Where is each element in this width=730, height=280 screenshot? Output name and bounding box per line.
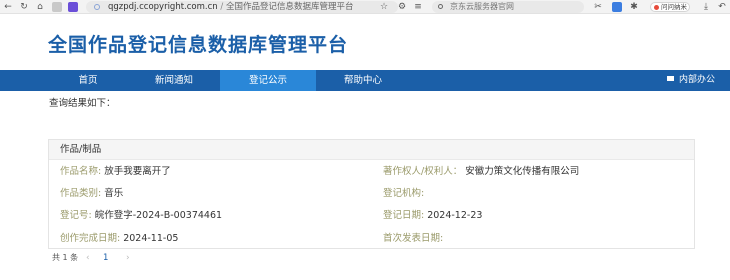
- profile-label: 问问纳米: [661, 3, 687, 11]
- internal-office-label: 内部办公: [679, 75, 716, 85]
- puzzle-icon[interactable]: ✱: [628, 1, 640, 13]
- star-icon[interactable]: ☆: [378, 1, 390, 13]
- tab-title: 全国作品登记信息数据库管理平台: [225, 2, 354, 12]
- nav-registration-publicity[interactable]: 登记公示: [220, 70, 316, 91]
- menu-icon[interactable]: ≡: [412, 1, 424, 13]
- url-separator: /: [220, 2, 224, 12]
- creation-date-value: 2024-11-05: [123, 233, 179, 244]
- reg-date-label: 登记日期:: [383, 210, 425, 221]
- page-number-current[interactable]: 1: [103, 253, 108, 263]
- address-text: qgzpdj.ccopyright.com.cn / 全国作品登记信息数据库管理…: [108, 1, 353, 13]
- extension-icon[interactable]: [52, 2, 62, 12]
- profile-avatar-icon: [654, 5, 659, 10]
- reg-agency-label: 登记机构:: [383, 188, 425, 199]
- nav-home[interactable]: 首页: [48, 70, 128, 91]
- field-creation-date: 创作完成日期: 2024-11-05: [60, 233, 178, 245]
- work-category-value: 音乐: [104, 188, 124, 199]
- back-icon[interactable]: ←: [2, 1, 14, 13]
- field-reg-number: 登记号: 皖作登字-2024-B-00374461: [60, 210, 222, 222]
- card-header: 作品/制品: [49, 140, 694, 160]
- download-icon[interactable]: ⤓: [700, 1, 712, 13]
- search-box[interactable]: 京东云服务器官网: [432, 1, 584, 13]
- refresh-icon[interactable]: ↻: [18, 1, 30, 13]
- field-first-publish-date: 首次发表日期:: [383, 233, 446, 245]
- search-text: 京东云服务器官网: [450, 2, 514, 11]
- next-page-button[interactable]: ›: [126, 253, 130, 263]
- work-category-label: 作品类别:: [60, 188, 102, 199]
- field-copyright-owner: 著作权人/权利人： 安徽力策文化传播有限公司: [383, 166, 579, 178]
- work-name-value: 放手我要离开了: [104, 166, 171, 177]
- profile-button[interactable]: 问问纳米: [650, 2, 690, 12]
- reg-date-value: 2024-12-23: [427, 210, 483, 221]
- monitor-icon: [667, 76, 674, 81]
- field-work-name: 作品名称: 放手我要离开了: [60, 166, 171, 178]
- pagination-total: 共 1 条: [52, 253, 79, 262]
- work-name-label: 作品名称:: [60, 166, 102, 177]
- undo-icon[interactable]: ↶: [716, 1, 728, 13]
- field-reg-date: 登记日期: 2024-12-23: [383, 210, 482, 222]
- reg-number-value: 皖作登字-2024-B-00374461: [94, 210, 223, 221]
- field-reg-agency: 登记机构:: [383, 188, 427, 200]
- first-publish-date-label: 首次发表日期:: [383, 233, 444, 244]
- nav-help[interactable]: 帮助中心: [316, 70, 410, 91]
- creation-date-label: 创作完成日期:: [60, 233, 121, 244]
- home-icon[interactable]: ⌂: [34, 1, 46, 13]
- address-bar[interactable]: qgzpdj.ccopyright.com.cn / 全国作品登记信息数据库管理…: [86, 1, 398, 13]
- copyright-owner-label: 著作权人/权利人：: [383, 166, 463, 177]
- field-work-category: 作品类别: 音乐: [60, 188, 123, 200]
- internal-office-link[interactable]: 内部办公: [667, 70, 715, 91]
- prev-page-button[interactable]: ‹: [86, 253, 90, 263]
- main-nav: 首页 新闻通知 登记公示 帮助中心 内部办公: [0, 70, 730, 91]
- browser-toolbar: ← ↻ ⌂ qgzpdj.ccopyright.com.cn / 全国作品登记信…: [0, 0, 730, 14]
- copyright-owner-value: 安徽力策文化传播有限公司: [465, 166, 580, 177]
- site-title: 全国作品登记信息数据库管理平台: [48, 34, 349, 56]
- url-domain: qgzpdj.ccopyright.com.cn: [108, 2, 218, 12]
- query-result-heading: 查询结果如下：: [49, 98, 116, 109]
- app-icon[interactable]: [68, 2, 78, 12]
- nav-news[interactable]: 新闻通知: [128, 70, 220, 91]
- card-title: 作品/制品: [60, 144, 102, 155]
- scissors-icon[interactable]: ✂: [592, 1, 604, 13]
- settings-icon[interactable]: ⚙: [396, 1, 408, 13]
- search-icon: [438, 4, 443, 9]
- site-info-icon[interactable]: [94, 4, 100, 10]
- reg-number-label: 登记号:: [60, 210, 92, 221]
- screenshot-icon[interactable]: [612, 2, 622, 12]
